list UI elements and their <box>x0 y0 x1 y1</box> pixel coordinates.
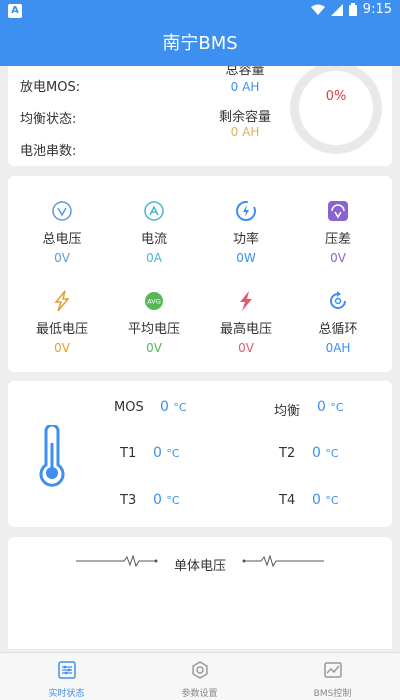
app-title: 南宁BMS <box>0 22 400 66</box>
metric-value: 0V <box>146 341 162 355</box>
temp-t2-value: 0 °C <box>312 445 339 461</box>
temp-balance-value: 0 °C <box>317 399 344 415</box>
bottom-tab-bar: 实时状态 参数设置 BMS控制 <box>0 652 400 700</box>
soc-percent: 0% <box>325 89 347 104</box>
tab-parameter-settings[interactable]: 参数设置 <box>133 653 266 700</box>
metric-name: 压差 <box>324 232 351 247</box>
signal-icon <box>330 3 343 16</box>
power-icon <box>235 200 257 222</box>
metric-power: 功率 0W <box>198 200 294 265</box>
balance-status-label: 均衡状态: <box>20 112 77 127</box>
svg-text:AVG: AVG <box>147 298 161 306</box>
metric-max-voltage: 最高电压 0V <box>198 290 294 355</box>
battery-icon <box>348 3 357 16</box>
total-capacity-label: 总容量 <box>225 66 265 78</box>
metric-name: 最低电压 <box>35 322 88 337</box>
temp-t4-value: 0 °C <box>312 492 339 508</box>
summary-card: 放电MOS: 均衡状态: 电池串数: 总容量 0 AH 剩余容量 0 AH 0% <box>8 66 392 166</box>
cell-count-label: 电池串数: <box>20 144 77 159</box>
thermometer-icon <box>39 425 65 487</box>
tab-label: BMS控制 <box>313 689 352 699</box>
temp-t3-label: T3 <box>120 493 137 508</box>
tab-label: 参数设置 <box>181 689 218 699</box>
temp-balance-label: 均衡 <box>274 404 301 419</box>
status-bar: A 9:15 <box>0 0 400 22</box>
voltage-icon <box>51 200 73 222</box>
realtime-icon <box>57 661 76 679</box>
tab-bms-control[interactable]: BMS控制 <box>266 653 399 700</box>
metric-name: 总循环 <box>318 322 358 337</box>
app-notification-icon: A <box>8 4 22 18</box>
remaining-capacity-label: 剩余容量 <box>218 110 271 125</box>
remaining-capacity-value: 0 AH <box>230 125 260 139</box>
metric-name: 电流 <box>140 232 167 247</box>
max-voltage-icon <box>235 290 257 312</box>
metrics-card: 总电压 0V 电流 0A 功率 0W 压差 0V 最低电压 0V AVG 平均电… <box>8 176 392 372</box>
tab-realtime-status[interactable]: 实时状态 <box>0 653 133 700</box>
metric-voltage-diff: 压差 0V <box>290 200 386 265</box>
min-voltage-icon <box>51 290 73 312</box>
chart-icon <box>323 662 342 678</box>
current-icon <box>143 200 165 222</box>
metric-value: 0V <box>330 251 346 265</box>
status-right: 9:15 <box>310 2 392 17</box>
temp-t2-label: T2 <box>279 446 296 461</box>
wifi-icon <box>310 4 325 15</box>
metric-value: 0V <box>54 341 70 355</box>
metric-value: 0V <box>238 341 254 355</box>
temp-mos-label: MOS <box>114 400 144 415</box>
cell-voltage-card: 单体电压 <box>8 537 392 649</box>
temp-mos-value: 0 °C <box>160 399 187 415</box>
metric-value: 0AH <box>325 341 351 355</box>
metric-name: 最高电压 <box>219 322 272 337</box>
cell-voltage-title: 单体电压 <box>173 559 226 574</box>
metric-name: 总电压 <box>42 232 82 247</box>
temp-t1-label: T1 <box>120 446 137 461</box>
cycle-icon <box>327 290 349 312</box>
temp-t3-value: 0 °C <box>153 492 180 508</box>
soc-ring <box>290 66 382 154</box>
settings-icon <box>191 661 208 679</box>
metric-name: 功率 <box>232 232 259 247</box>
temperature-card: MOS 0 °C 均衡 0 °C T1 0 °C T2 0 °C T3 0 °C… <box>8 381 392 527</box>
clock: 9:15 <box>362 2 392 17</box>
temp-t1-value: 0 °C <box>153 445 180 461</box>
metric-min-voltage: 最低电压 0V <box>14 290 110 355</box>
metric-name: 平均电压 <box>127 322 180 337</box>
metric-total-voltage: 总电压 0V <box>14 200 110 265</box>
metric-current: 电流 0A <box>106 200 202 265</box>
voltage-diff-icon <box>327 200 349 222</box>
tab-label: 实时状态 <box>48 689 85 699</box>
discharge-mos-label: 放电MOS: <box>20 80 81 95</box>
pulse-line-right-icon <box>242 555 324 567</box>
metric-avg-voltage: AVG 平均电压 0V <box>106 290 202 355</box>
temp-t4-label: T4 <box>279 493 296 508</box>
metric-value: 0V <box>54 251 70 265</box>
metric-value: 0W <box>236 251 256 265</box>
avg-voltage-icon: AVG <box>143 290 165 312</box>
total-capacity-value: 0 AH <box>230 80 260 94</box>
metric-total-cycles: 总循环 0AH <box>290 290 386 355</box>
metric-value: 0A <box>146 251 162 265</box>
